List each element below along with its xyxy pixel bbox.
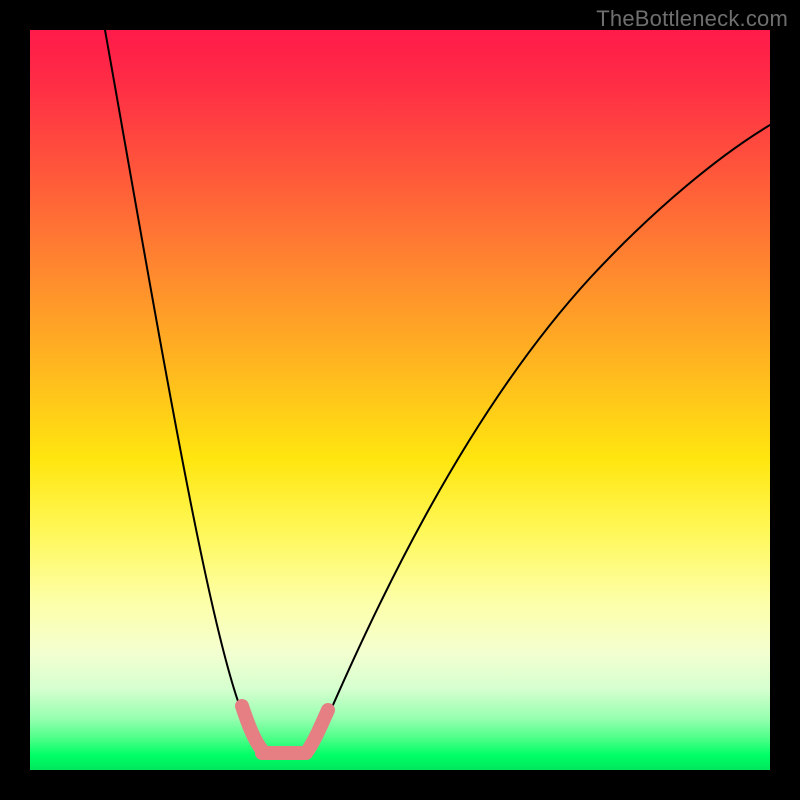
watermark-text: TheBottleneck.com — [596, 6, 788, 32]
highlight-right — [306, 710, 328, 753]
highlight-left — [242, 706, 262, 750]
chart-frame: TheBottleneck.com — [0, 0, 800, 800]
curve-layer — [30, 30, 770, 770]
bottleneck-curve — [105, 30, 770, 755]
plot-area — [30, 30, 770, 770]
